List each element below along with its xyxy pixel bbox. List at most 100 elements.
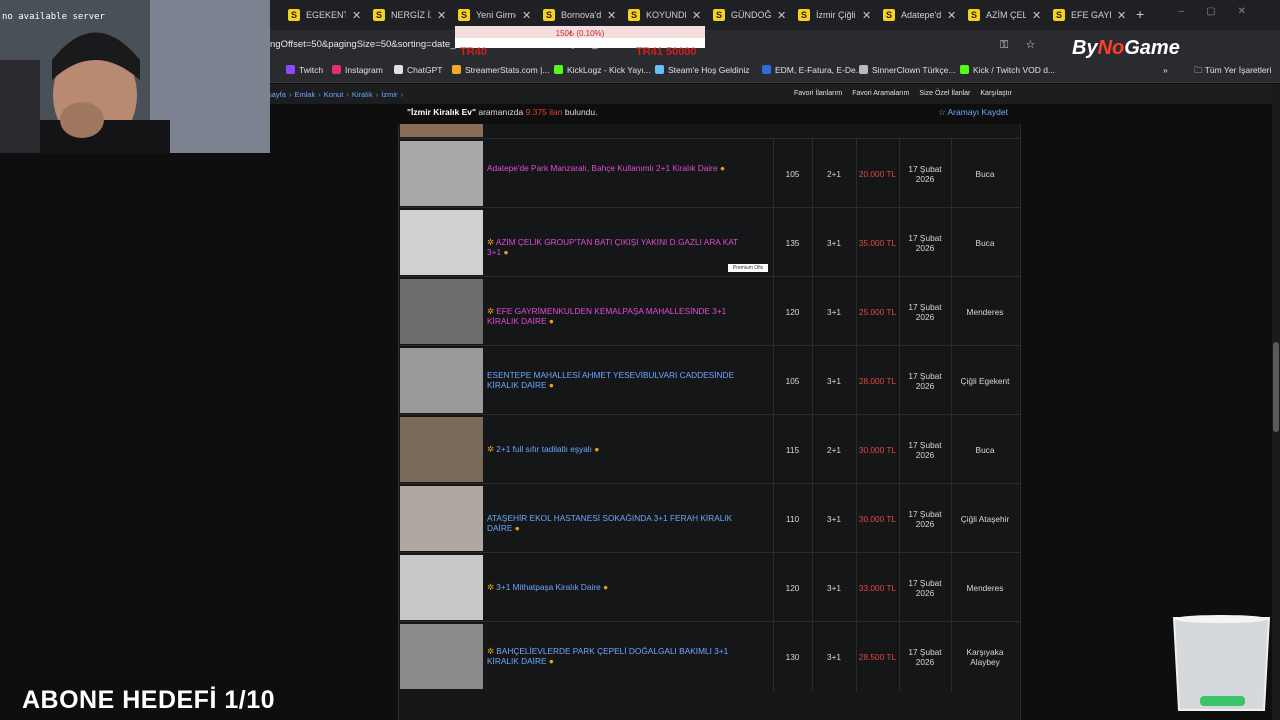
bookmark-item[interactable]: Kick / Twitch VOD d... [960,65,1055,75]
listing-title[interactable]: ✲ 3+1 Mithatpaşa Kiralık Daire ● [487,582,753,592]
listing-title[interactable]: ESENTEPE MAHALLESİ AHMET YESEVİBULVARI C… [487,370,753,390]
close-tab-icon[interactable]: ✕ [522,9,531,22]
browser-tab[interactable]: S EGEKENT ✕ [288,5,361,25]
nav-link[interactable]: Favori Aramalarım [852,90,909,97]
glass-cup-overlay [1172,615,1271,711]
new-tab-button[interactable]: + [1136,6,1144,22]
popup-tag-left: TR40 [460,46,487,58]
browser-tab[interactable]: S KOYUNDE ✕ [628,5,701,25]
browser-tab[interactable]: S AZİM ÇEL ✕ [968,5,1041,25]
browser-tab[interactable]: S NERGİZ İZ ✕ [373,5,446,25]
tab-label: GÜNDOĞ [731,10,771,20]
listing-title[interactable]: Adatepe'de Park Manzaralı, Bahçe Kullanı… [487,163,753,173]
nav-link[interactable]: Favori İlanlarım [794,90,842,97]
bookmark-item[interactable]: ChatGPT [394,65,442,75]
bookmark-item[interactable]: Instagram [332,65,383,75]
close-tab-icon[interactable]: ✕ [692,9,701,22]
star-bookmark-icon[interactable]: ☆ [1025,39,1035,51]
listing-price: 25.000 TL [858,306,897,317]
highlight-icon: ● [603,582,609,592]
highlight-icon: ● [719,163,725,173]
breadcrumb-item[interactable]: sayfa [268,90,286,99]
bookmark-favicon-icon [554,65,563,74]
browser-tab[interactable]: S Bornova'd ✕ [543,5,616,25]
listing-title[interactable]: ✲ BAHÇELİEVLERDE PARK ÇEPELİ DOĞALGALI B… [487,646,753,666]
breadcrumb-item[interactable]: Konut [324,90,344,99]
listing-title[interactable]: ✲ 2+1 full sıfır tadilatlı eşyalı ● [487,444,753,454]
listing-thumbnail[interactable] [400,555,483,620]
listing-table: Adatepe'de Park Manzaralı, Bahçe Kullanı… [398,124,1021,720]
close-tab-icon[interactable]: ✕ [777,9,786,22]
results-count: 9.375 ilan [525,107,563,117]
browser-tab[interactable]: S EFE GAYR ✕ [1053,5,1126,25]
close-tab-icon[interactable]: ✕ [352,9,361,22]
tab-label: NERGİZ İZ [391,10,431,20]
listing-thumbnail[interactable] [400,486,483,551]
listing-thumbnail[interactable] [400,141,483,206]
breadcrumb-item[interactable]: İzmir [381,90,397,99]
listing-price: 30.000 TL [858,444,897,455]
breadcrumb-separator: › [375,90,379,99]
listing-row[interactable]: ✲ EFE GAYRİMENKULDEN KEMALPAŞA MAHALLESİ… [399,276,1020,346]
close-tab-icon[interactable]: ✕ [607,9,616,22]
close-tab-icon[interactable]: ✕ [862,9,871,22]
listing-row[interactable]: ESENTEPE MAHALLESİ AHMET YESEVİBULVARI C… [399,345,1020,415]
bookmark-item[interactable]: SinnerClown Türkçe... [859,65,955,75]
close-tab-icon[interactable]: ✕ [947,9,956,22]
breadcrumb-item[interactable]: Kiralık [352,90,373,99]
listing-thumbnail[interactable] [400,624,483,689]
close-tab-icon[interactable]: ✕ [1032,9,1041,22]
bookmark-item[interactable]: Steam'e Hoş Geldiniz [655,65,749,75]
bookmarks-overflow-button[interactable]: » [1163,65,1168,75]
bookmark-favicon-icon [332,65,341,74]
results-middle: aramanızda [476,107,526,117]
logo-part-3: Game [1124,37,1180,59]
breadcrumb-item[interactable]: Emlak [294,90,315,99]
close-tab-icon[interactable]: ✕ [1117,9,1126,22]
nav-link[interactable]: Size Özel İlanlar [919,90,970,97]
listing-row[interactable]: Adatepe'de Park Manzaralı, Bahçe Kullanı… [399,138,1020,208]
bookmark-item[interactable]: EDM, E-Fatura, E-De... [762,65,863,75]
listing-location: Çiğli Egekent [960,375,1010,386]
bookmark-favicon-icon [762,65,771,74]
close-tab-icon[interactable]: ✕ [437,9,446,22]
key-icon[interactable]: ⚿ [1000,39,1008,51]
bookmark-item[interactable]: StreamerStats.com |... [452,65,549,75]
listing-price: 35.000 TL [858,237,897,248]
nav-link[interactable]: Karşılaştır [980,90,1012,97]
scrollbar-thumb[interactable] [1273,342,1279,432]
listing-row[interactable]: ✲ AZİM ÇELİK GROUP'TAN BATI ÇIKIŞI YAKIN… [399,207,1020,277]
browser-tab[interactable]: S Yeni Girme ✕ [458,5,531,25]
highlight-icon: ● [548,380,554,390]
all-bookmarks-button[interactable]: 🗀 Tüm Yer İşaretleri [1194,65,1271,79]
browser-tab[interactable]: S GÜNDOĞ ✕ [713,5,786,25]
featured-star-icon: ✲ [487,582,497,592]
listing-thumbnail[interactable] [400,279,483,344]
logo-part-2: No [1097,37,1125,59]
listing-thumbnail[interactable] [400,210,483,275]
partial-thumbnail [400,124,483,137]
window-controls[interactable]: –▢✕ [1179,6,1268,17]
listing-title[interactable]: ATAŞEHİR EKOL HASTANESİ SOKAĞINDA 3+1 FE… [487,513,753,533]
bookmark-item[interactable]: KickLogz - Kick Yayı... [554,65,651,75]
listing-row[interactable]: ATAŞEHİR EKOL HASTANESİ SOKAĞINDA 3+1 FE… [399,483,1020,553]
listing-title[interactable]: ✲ AZİM ÇELİK GROUP'TAN BATI ÇIKIŞI YAKIN… [487,237,753,257]
listing-location: Çiğli Ataşehir [960,513,1010,524]
bookmark-label: Twitch [299,65,324,75]
listing-title[interactable]: ✲ EFE GAYRİMENKULDEN KEMALPAŞA MAHALLESİ… [487,306,753,326]
listing-thumbnail[interactable] [400,348,483,413]
save-search-button[interactable]: ☆ Aramayı Kaydet [938,107,1008,118]
listing-row[interactable]: ✲ BAHÇELİEVLERDE PARK ÇEPELİ DOĞALGALI B… [399,621,1020,691]
listing-row[interactable]: ✲ 2+1 full sıfır tadilatlı eşyalı ● 115 2+… [399,414,1020,484]
listing-title-text: 2+1 full sıfır tadilatlı eşyalı [496,444,592,454]
listing-thumbnail[interactable] [400,417,483,482]
browser-tab[interactable]: S İzmir Çiğli ✕ [798,5,871,25]
listing-sqm: 105 [785,168,800,179]
browser-tab[interactable]: S Adatepe'd ✕ [883,5,956,25]
bookmark-item[interactable]: Twitch [286,65,323,75]
listing-date: 17 Şubat 2026 [908,646,942,667]
listing-title-text: ATAŞEHİR EKOL HASTANESİ SOKAĞINDA 3+1 FE… [487,513,733,533]
tab-favicon-icon: S [713,9,725,21]
listing-row[interactable]: ✲ 3+1 Mithatpaşa Kiralık Daire ● 120 3+1 33… [399,552,1020,622]
breadcrumb-separator: › [400,90,403,99]
